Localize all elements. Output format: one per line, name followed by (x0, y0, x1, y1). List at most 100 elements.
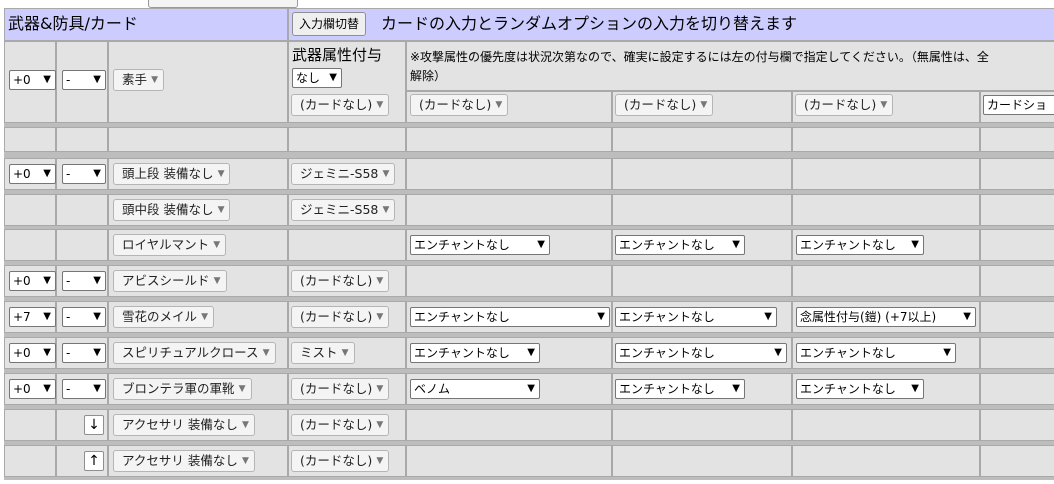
row-cell (4, 409, 56, 441)
chevron-down-icon: ▼ (262, 348, 270, 358)
input-toggle-button[interactable]: 入力欄切替 (292, 12, 367, 36)
chevron-down-icon: ▼ (241, 420, 249, 430)
row-cell (56, 229, 108, 261)
weapon-select[interactable]: 素手 ▼ (113, 69, 165, 91)
refine-select[interactable]: +7 ▼ (9, 307, 56, 327)
row-cell (612, 194, 792, 226)
equipment-select[interactable]: アクセサリ 装備なし ▼ (113, 414, 255, 436)
spacer-cell (980, 127, 1054, 152)
weapon-card-select-3[interactable]: (カードなし) ▼ (795, 94, 894, 116)
row-cell (980, 373, 1054, 405)
grade-select[interactable]: - ▼ (62, 164, 106, 184)
spacer-cell (56, 127, 108, 152)
row-cell (980, 194, 1054, 226)
spacer-cell (288, 127, 406, 152)
card-select[interactable]: (カードなし) ▼ (291, 270, 390, 292)
weapon-attr-select[interactable]: なし ▼ (292, 68, 342, 88)
section-title: 武器&防具/カード (8, 14, 138, 33)
equipment-select[interactable]: 頭上段 装備なし ▼ (113, 163, 231, 185)
chevron-down-icon: ▼ (151, 75, 159, 85)
refine-select[interactable]: +0 ▼ (9, 164, 56, 184)
refine-select[interactable]: +0 ▼ (9, 343, 56, 363)
card-select[interactable]: (カードなし) ▼ (291, 306, 390, 328)
grade-select[interactable]: - ▼ (62, 379, 106, 399)
row-cell (612, 409, 792, 441)
weapon-card-select-0[interactable]: (カードなし) ▼ (291, 94, 390, 116)
weapon-grade-select[interactable]: - ▼ (62, 70, 106, 90)
weapon-refine-select[interactable]: +0 ▼ (9, 70, 56, 90)
row-cell (406, 194, 612, 226)
row-cell (792, 265, 980, 297)
card-select[interactable]: ジェミニ-S58 ▼ (291, 199, 396, 221)
equipment-select[interactable]: スピリチュアルクロース ▼ (113, 342, 276, 364)
enchant-select[interactable]: ベノム ▼ (410, 379, 540, 399)
chevron-down-icon: ▼ (376, 420, 384, 430)
row-cell (980, 445, 1054, 477)
enchant-select[interactable]: エンチャントなし ▼ (410, 343, 540, 363)
row-cell (56, 194, 108, 226)
move-up-button[interactable]: ↑ (84, 451, 104, 471)
section-header: 武器&防具/カード (4, 8, 288, 41)
enchant-select[interactable]: エンチャントなし ▼ (410, 307, 610, 327)
card-select[interactable]: (カードなし) ▼ (291, 378, 390, 400)
card-shortcut-select[interactable]: カードショ (983, 95, 1054, 115)
chevron-down-icon: ▼ (201, 312, 209, 322)
row-cell (406, 265, 612, 297)
chevron-down-icon: ▼ (213, 240, 221, 250)
equipment-select[interactable]: アビスシールド ▼ (113, 270, 227, 292)
enchant-select[interactable]: エンチャントなし ▼ (796, 343, 956, 363)
weapon-card-select-2[interactable]: (カードなし) ▼ (615, 94, 714, 116)
row-cell (4, 445, 56, 477)
enchant-select[interactable]: エンチャントなし ▼ (615, 307, 777, 327)
enchant-select[interactable]: エンチャントなし ▼ (796, 235, 924, 255)
enchant-select-button-fragment[interactable] (148, 0, 298, 8)
equipment-select[interactable]: ブロンテラ軍の軍靴 ▼ (113, 378, 252, 400)
enchant-select[interactable]: エンチャントなし ▼ (615, 235, 745, 255)
row-cell (792, 158, 980, 190)
refine-select[interactable]: +0 ▼ (9, 379, 56, 399)
spacer-cell (4, 127, 56, 152)
description-header: カードの入力とランダムオプションの入力を切り替えます (288, 8, 1054, 41)
row-cell (4, 229, 56, 261)
chevron-down-icon: ▼ (376, 276, 384, 286)
grade-select[interactable]: - ▼ (62, 343, 106, 363)
enchant-select[interactable]: エンチャントなし ▼ (615, 343, 787, 363)
weapon-attr-note-2: 解除） (410, 69, 447, 83)
chevron-down-icon: ▼ (376, 384, 384, 394)
weapon-attr-note: ※攻撃属性の優先度は状況次第なので、確実に設定するには左の付与欄で指定してくださ… (410, 50, 989, 64)
move-down-button[interactable]: ↓ (84, 415, 104, 435)
row-cell (612, 265, 792, 297)
card-select[interactable]: (カードなし) ▼ (291, 414, 390, 436)
enchant-select[interactable]: エンチャントなし ▼ (615, 379, 745, 399)
enchant-select[interactable]: エンチャントなし ▼ (796, 379, 924, 399)
spacer-cell (792, 127, 980, 152)
weapon-card-select-1[interactable]: (カードなし) ▼ (410, 94, 509, 116)
chevron-down-icon: ▼ (217, 169, 225, 179)
equipment-select[interactable]: アクセサリ 装備なし ▼ (113, 450, 255, 472)
row-cell (406, 445, 612, 477)
row-cell (612, 445, 792, 477)
chevron-down-icon: ▼ (241, 456, 249, 466)
row-cell (980, 337, 1054, 369)
chevron-down-icon: ▼ (376, 456, 384, 466)
chevron-down-icon: ▼ (341, 348, 349, 358)
enchant-select[interactable]: 念属性付与(鎧) (+7以上) ▼ (796, 307, 976, 327)
card-select[interactable]: ミスト ▼ (291, 342, 355, 364)
grade-select[interactable]: - ▼ (62, 271, 106, 291)
card-select[interactable]: ジェミニ-S58 ▼ (291, 163, 396, 185)
equipment-select[interactable]: 雪花のメイル ▼ (113, 306, 215, 328)
card-select[interactable]: (カードなし) ▼ (291, 450, 390, 472)
row-cell (980, 158, 1054, 190)
grade-select[interactable]: - ▼ (62, 307, 106, 327)
chevron-down-icon: ▼ (238, 384, 246, 394)
row-cell (288, 229, 406, 261)
chevron-down-icon: ▼ (213, 276, 221, 286)
spacer-cell (108, 127, 288, 152)
chevron-down-icon: ▼ (376, 312, 384, 322)
equipment-panel: 武器&防具/カード カードの入力とランダムオプションの入力を切り替えます 入力欄… (4, 8, 1054, 480)
enchant-select[interactable]: エンチャントなし ▼ (410, 235, 550, 255)
refine-select[interactable]: +0 ▼ (9, 271, 56, 291)
equipment-select[interactable]: ロイヤルマント ▼ (113, 234, 227, 256)
spacer-cell (406, 127, 612, 152)
equipment-select[interactable]: 頭中段 装備なし ▼ (113, 199, 231, 221)
